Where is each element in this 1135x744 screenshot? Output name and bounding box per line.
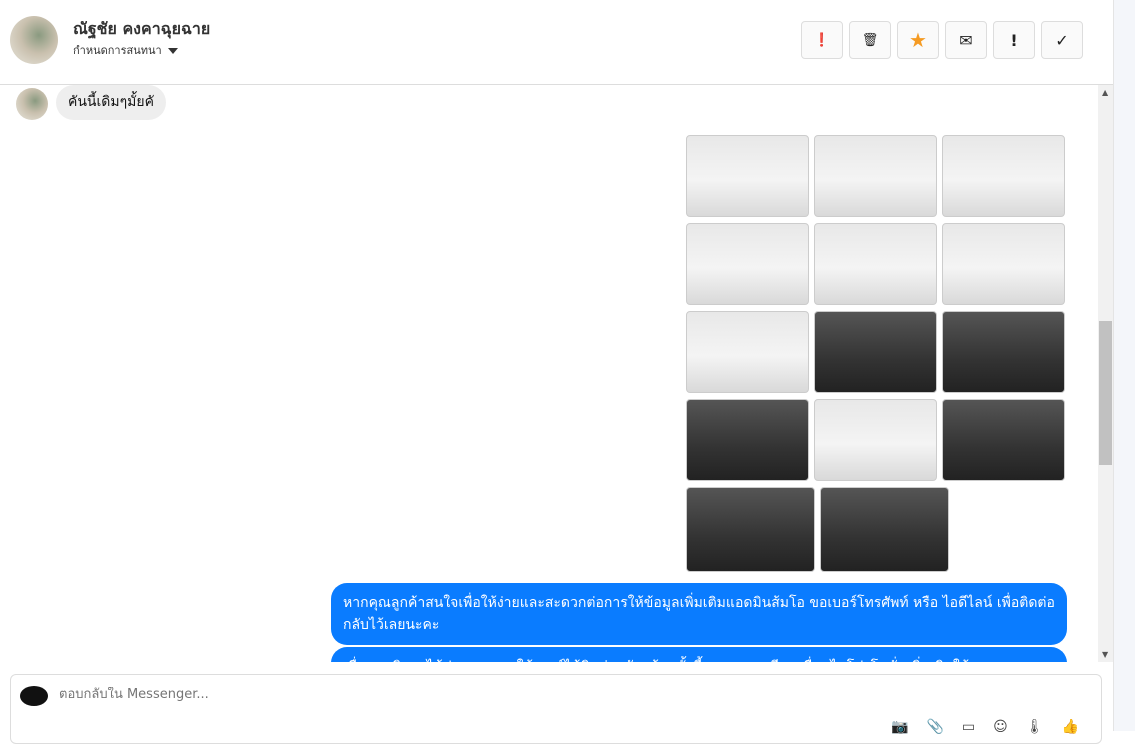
alert-circle-icon: ❗ [813,32,831,48]
temperature-icon[interactable]: 🌡 [1026,719,1044,735]
sender-avatar [16,88,48,120]
car-photo[interactable] [820,487,949,572]
car-photo[interactable] [942,311,1065,393]
star-icon: ★ [909,28,927,52]
conversation-settings-dropdown[interactable]: กำหนดการสนทนา [73,41,178,59]
attachment-icon[interactable]: 📎 [926,719,943,735]
reply-input[interactable] [59,687,859,702]
trash-icon: 🗑 [861,32,879,48]
caret-down-icon [167,48,178,54]
photo-icon[interactable]: 📷 [891,719,908,735]
delete-button[interactable]: 🗑 [849,21,891,59]
reply-composer: 📷 📎 ▭ ☺ 🌡 👍 [10,674,1102,744]
scrollbar-thumb[interactable] [1099,321,1112,465]
emoji-icon[interactable]: ☺ [993,719,1008,735]
car-photo[interactable] [686,399,809,481]
follow-up-button[interactable]: ! [993,21,1035,59]
car-photo[interactable] [814,399,937,481]
car-photo[interactable] [942,135,1065,217]
conversation-settings-label: กำหนดการสนทนา [73,44,162,57]
car-photo[interactable] [942,223,1065,305]
car-photo[interactable] [814,223,937,305]
spam-button[interactable]: ❗ [801,21,843,59]
car-photo[interactable] [814,311,937,393]
outgoing-message: หากคุณลูกค้าสนใจเพื่อให้ง่ายและสะดวกต่อก… [331,583,1067,645]
contact-name[interactable]: ณัฐชัย คงคาฉุยฉาย [73,17,210,42]
exclamation-icon: ! [1010,30,1018,50]
check-icon: ✓ [1055,30,1069,50]
car-photo[interactable] [814,135,937,217]
like-icon[interactable]: 👍 [1062,719,1079,735]
composer-tools: 📷 📎 ▭ ☺ 🌡 👍 [891,719,1079,735]
car-photo[interactable] [686,223,809,305]
page-logo [20,686,48,706]
thread-scrollbar[interactable]: ▲ ▼ [1098,85,1113,662]
saved-reply-icon[interactable]: ▭ [962,719,975,735]
scroll-down-icon[interactable]: ▼ [1102,650,1108,659]
car-photo[interactable] [686,487,815,572]
message-thread: คันนี้เดิมๆมั้ยคั หากคุณลูกค้าสนใจเพื่อใ… [0,85,1098,662]
mark-done-button[interactable]: ✓ [1041,21,1083,59]
car-photo[interactable] [942,399,1065,481]
action-toolbar: ❗ 🗑 ★ ✉ ! ✓ [801,21,1083,59]
side-panel-edge [1113,0,1135,731]
scroll-up-icon[interactable]: ▲ [1102,88,1108,97]
mark-unread-button[interactable]: ✉ [945,21,987,59]
conversation-header: ณัฐชัย คงคาฉุยฉาย กำหนดการสนทนา ❗ 🗑 ★ ✉ … [0,0,1113,85]
outgoing-message: เพื่อแอดมินจะได้ประสานงานให้เซลล์ได้ติดต… [331,647,1067,662]
contact-avatar[interactable] [10,16,58,64]
incoming-message: คันนี้เดิมๆมั้ยคั [56,85,166,120]
star-button[interactable]: ★ [897,21,939,59]
car-photo[interactable] [686,135,809,217]
car-photo[interactable] [686,311,809,393]
envelope-icon: ✉ [959,30,973,50]
